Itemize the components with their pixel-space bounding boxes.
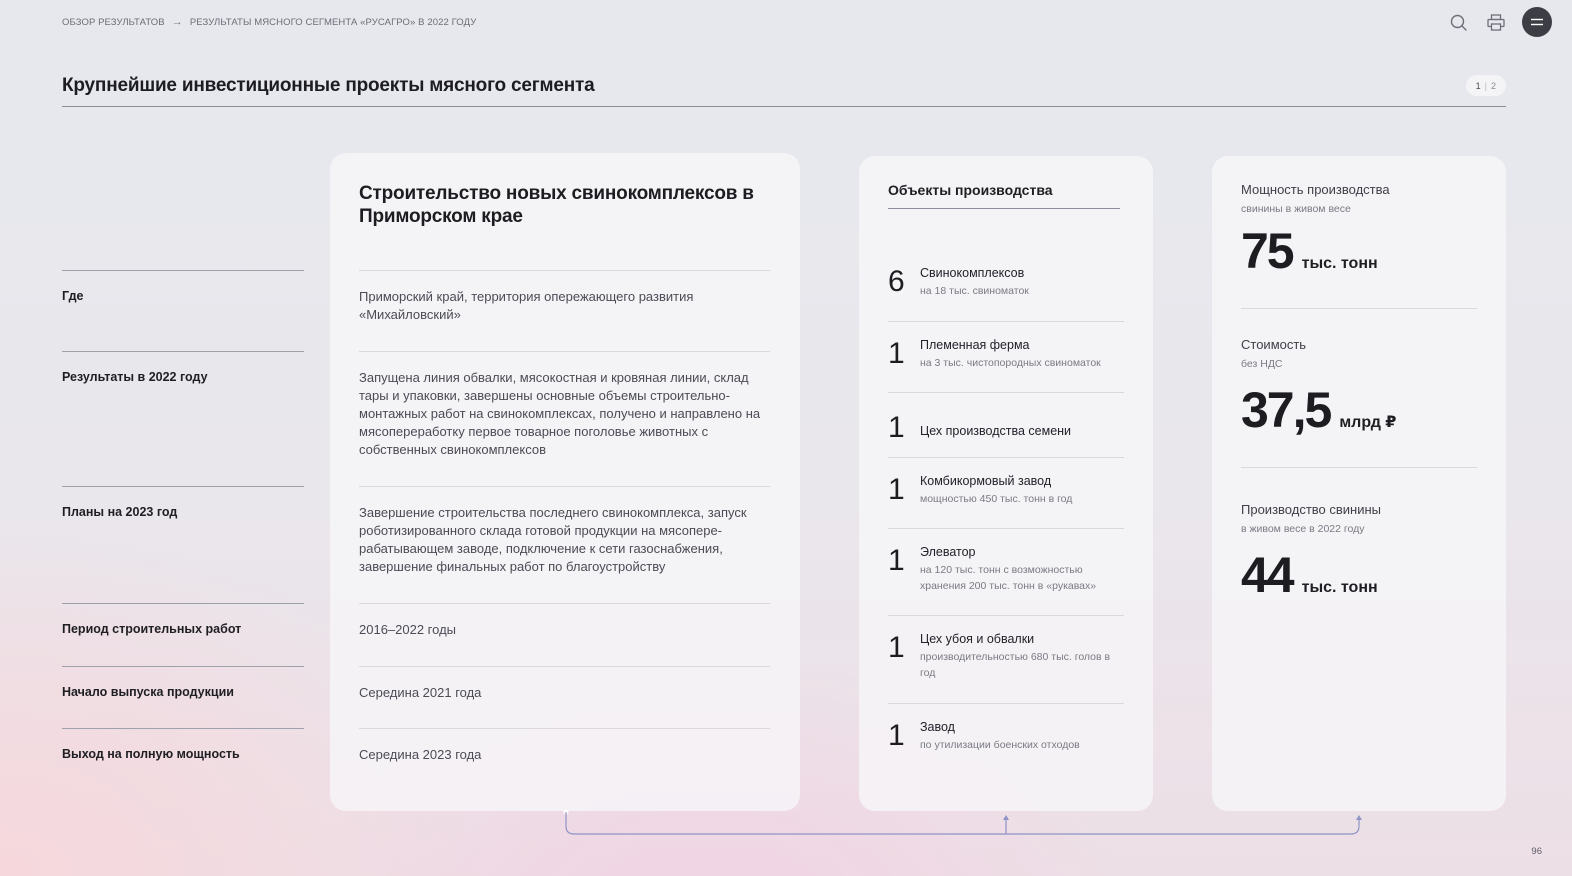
- breadcrumb-arrow-icon: →: [171, 16, 183, 28]
- object-name: Свинокомплексов: [920, 266, 1025, 280]
- metric-label: Мощность производства: [1241, 182, 1390, 197]
- list-item: 6 Свинокомплексов на 18 тыс. свиноматок: [888, 252, 1124, 321]
- object-count: 1: [888, 631, 905, 664]
- label-construction-period: Период строительных работ: [62, 603, 304, 666]
- page-title: Крупнейшие инвестиционные проекты мясног…: [62, 75, 595, 96]
- detail-production-start: Середина 2021 года: [359, 666, 770, 728]
- object-subtitle: на 18 тыс. свиноматок: [920, 285, 1029, 297]
- object-subtitle: производительностью 680 тыс. голов в год: [920, 651, 1111, 679]
- detail-where: Приморский край, территория опережающего…: [359, 270, 770, 351]
- breadcrumb-item-overview[interactable]: ОБЗОР РЕЗУЛЬТАТОВ: [62, 17, 165, 28]
- object-name: Племенная ферма: [920, 338, 1030, 352]
- page-switcher: 1 | 2: [1465, 75, 1506, 96]
- metric-subtitle: без НДС: [1241, 358, 1283, 370]
- print-icon[interactable]: [1484, 10, 1508, 34]
- pager-page-1[interactable]: 1: [1476, 81, 1481, 91]
- object-count: 6: [888, 265, 905, 298]
- object-count: 1: [888, 473, 905, 506]
- detail-plans-2023: Завершение строительства последнего свин…: [359, 486, 770, 603]
- label-full-capacity: Выход на полную мощность: [62, 728, 304, 790]
- metric-subtitle: в живом весе в 2022 году: [1241, 523, 1365, 535]
- breadcrumb: ОБЗОР РЕЗУЛЬТАТОВ → РЕЗУЛЬТАТЫ МЯСНОГО С…: [62, 16, 476, 28]
- detail-results-2022: Запущена линия обвалки, мясокостная и кр…: [359, 351, 770, 486]
- list-item: 1 Комбикормовый завод мощностью 450 тыс. …: [888, 457, 1124, 528]
- menu-button[interactable]: [1522, 7, 1552, 37]
- objects-title: Объекты производства: [888, 180, 1120, 209]
- object-count: 1: [888, 337, 905, 370]
- object-name: Комбикормовый завод: [920, 474, 1052, 488]
- project-title: Строительство новых свинокомплексов в Пр…: [359, 183, 754, 227]
- row-labels: Где Результаты в 2022 году Планы на 2023…: [62, 270, 304, 790]
- list-item: 1 Завод по утилизации боенских отходов: [888, 703, 1124, 763]
- object-name: Элеватор: [920, 545, 976, 559]
- metric-unit: тыс. тонн: [1301, 579, 1378, 596]
- title-divider: [62, 106, 1506, 107]
- label-results-2022: Результаты в 2022 году: [62, 351, 304, 486]
- object-subtitle: на 3 тыс. чистопородных свиноматок: [920, 357, 1101, 369]
- object-subtitle: по утилизации боенских отходов: [920, 739, 1080, 751]
- objects-list: 6 Свинокомплексов на 18 тыс. свиноматок 1…: [888, 252, 1124, 763]
- list-item: 1 Цех производства семени: [888, 392, 1124, 457]
- list-item: 1 Цех убоя и обвалки производительностью …: [888, 615, 1124, 703]
- menu-icon: [1531, 18, 1543, 26]
- metric-label: Стоимость: [1241, 337, 1307, 352]
- object-count: 1: [888, 719, 905, 752]
- header-actions: [1446, 7, 1552, 37]
- metric-unit: млрд ₽: [1339, 414, 1397, 431]
- object-name: Цех убоя и обвалки: [920, 632, 1035, 646]
- label-where: Где: [62, 270, 304, 351]
- key-metrics-card: Мощность производства свинины в живом ве…: [1212, 156, 1506, 811]
- list-item: 1 Элеватор на 120 тыс. тонн с возможность…: [888, 528, 1124, 615]
- page-number: 96: [1531, 846, 1542, 857]
- project-details: Приморский край, территория опережающего…: [359, 270, 770, 790]
- metric-value: 75: [1241, 223, 1295, 279]
- pager-page-2[interactable]: 2: [1491, 81, 1496, 91]
- breadcrumb-item-meat-segment[interactable]: РЕЗУЛЬТАТЫ МЯСНОГО СЕГМЕНТА «РУСАГРО» В …: [190, 17, 477, 28]
- list-item: 1 Племенная ферма на 3 тыс. чистопородных…: [888, 321, 1124, 392]
- metric-subtitle: свинины в живом весе: [1241, 203, 1351, 215]
- search-icon[interactable]: [1446, 10, 1470, 34]
- metrics-list: Мощность производства свинины в живом ве…: [1241, 180, 1477, 607]
- metric-value: 37,5: [1241, 382, 1332, 438]
- metric-production-2022: Производство свинины в живом весе в 2022…: [1241, 467, 1477, 607]
- pager-separator: |: [1484, 80, 1487, 91]
- project-card: Строительство новых свинокомплексов в Пр…: [330, 153, 800, 811]
- object-name: Завод: [920, 720, 955, 734]
- metric-value: 44: [1241, 547, 1295, 603]
- detail-construction-period: 2016–2022 годы: [359, 603, 770, 666]
- object-count: 1: [888, 544, 905, 577]
- production-objects-card: Объекты производства 6 Свинокомплексов на…: [859, 156, 1153, 811]
- label-production-start: Начало выпуска продукции: [62, 666, 304, 728]
- metric-capacity: Мощность производства свинины в живом ве…: [1241, 180, 1477, 308]
- top-bar: ОБЗОР РЕЗУЛЬТАТОВ → РЕЗУЛЬТАТЫ МЯСНОГО С…: [0, 0, 1572, 44]
- metric-cost: Стоимость без НДС 37,5 млрд ₽: [1241, 308, 1477, 467]
- object-name: Цех производства семени: [920, 424, 1072, 438]
- object-count: 1: [888, 411, 905, 444]
- label-plans-2023: Планы на 2023 год: [62, 486, 304, 603]
- detail-full-capacity: Середина 2023 года: [359, 728, 770, 790]
- metric-unit: тыс. тонн: [1301, 255, 1378, 272]
- metric-label: Производство свинины: [1241, 502, 1382, 517]
- object-subtitle: на 120 тыс. тонн с возможностью хранения…: [920, 564, 1097, 592]
- object-subtitle: мощностью 450 тыс. тонн в год: [920, 493, 1073, 505]
